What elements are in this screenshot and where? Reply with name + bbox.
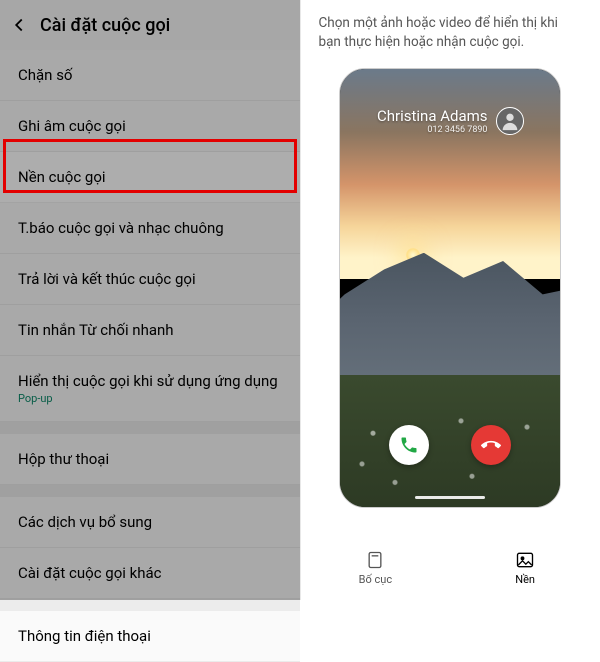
- caller-number: 012 3456 7890: [377, 125, 488, 135]
- decline-call-button[interactable]: [471, 425, 511, 465]
- tab-background[interactable]: Nền: [450, 536, 600, 600]
- accept-call-button[interactable]: [389, 425, 429, 465]
- header-title: Cài đặt cuộc gọi: [40, 15, 170, 36]
- item-sublabel: Pop-up: [18, 392, 282, 405]
- item-label: T.báo cuộc gọi và nhạc chuông: [18, 219, 224, 237]
- home-indicator: [415, 496, 485, 499]
- tab-layout[interactable]: Bố cục: [301, 536, 451, 600]
- item-label: Ghi âm cuộc gọi: [18, 117, 126, 135]
- caller-info: Christina Adams 012 3456 7890: [340, 107, 560, 135]
- phone-preview[interactable]: Christina Adams 012 3456 7890: [339, 68, 561, 508]
- call-actions: [340, 425, 560, 465]
- item-label: Tin nhắn Từ chối nhanh: [18, 321, 174, 339]
- section-gap: [0, 485, 300, 497]
- item-label: Hiển thị cuộc gọi khi sử dụng ứng dụng: [18, 372, 282, 390]
- list-item[interactable]: Tin nhắn Từ chối nhanh: [0, 305, 300, 356]
- preview-wrap: Christina Adams 012 3456 7890: [301, 62, 600, 536]
- list-item[interactable]: Thông tin điện thoại: [0, 611, 300, 662]
- item-label: Thông tin điện thoại: [18, 627, 151, 645]
- list-item[interactable]: Hộp thư thoại: [0, 434, 300, 485]
- list-item[interactable]: Ghi âm cuộc gọi: [0, 101, 300, 152]
- tab-label: Nền: [515, 573, 535, 586]
- list-item[interactable]: Trả lời và kết thúc cuộc gọi: [0, 254, 300, 305]
- item-label: Nền cuộc gọi: [18, 168, 106, 186]
- item-label: Các dịch vụ bổ sung: [18, 513, 152, 531]
- app-container: Cài đặt cuộc gọi Chặn số Ghi âm cuộc gọi…: [0, 0, 600, 600]
- layout-icon: [365, 550, 385, 570]
- section-gap: [0, 599, 300, 611]
- avatar: [496, 107, 524, 135]
- item-label: Chặn số: [18, 66, 73, 84]
- item-label: Trả lời và kết thúc cuộc gọi: [18, 270, 196, 288]
- settings-header: Cài đặt cuộc gọi: [0, 0, 300, 50]
- list-item[interactable]: Chặn số: [0, 50, 300, 101]
- list-item[interactable]: T.báo cuộc gọi và nhạc chuông: [0, 203, 300, 254]
- tab-label: Bố cục: [359, 573, 392, 586]
- section-gap: [0, 422, 300, 434]
- back-icon[interactable]: [8, 14, 30, 36]
- settings-list: Chặn số Ghi âm cuộc gọi Nền cuộc gọi T.b…: [0, 50, 300, 662]
- list-item[interactable]: Cài đặt cuộc gọi khác: [0, 548, 300, 599]
- caller-name: Christina Adams: [377, 107, 488, 125]
- image-icon: [515, 550, 535, 570]
- settings-panel: Cài đặt cuộc gọi Chặn số Ghi âm cuộc gọi…: [0, 0, 300, 600]
- list-item[interactable]: Hiển thị cuộc gọi khi sử dụng ứng dụng P…: [0, 356, 300, 422]
- item-label: Cài đặt cuộc gọi khác: [18, 564, 162, 582]
- list-item-call-background[interactable]: Nền cuộc gọi: [0, 152, 300, 203]
- list-item[interactable]: Các dịch vụ bổ sung: [0, 497, 300, 548]
- item-label: Hộp thư thoại: [18, 450, 109, 468]
- preview-panel: Chọn một ảnh hoặc video để hiển thị khi …: [301, 0, 600, 600]
- description-text: Chọn một ảnh hoặc video để hiển thị khi …: [301, 0, 600, 62]
- bottom-tabs: Bố cục Nền: [301, 536, 600, 600]
